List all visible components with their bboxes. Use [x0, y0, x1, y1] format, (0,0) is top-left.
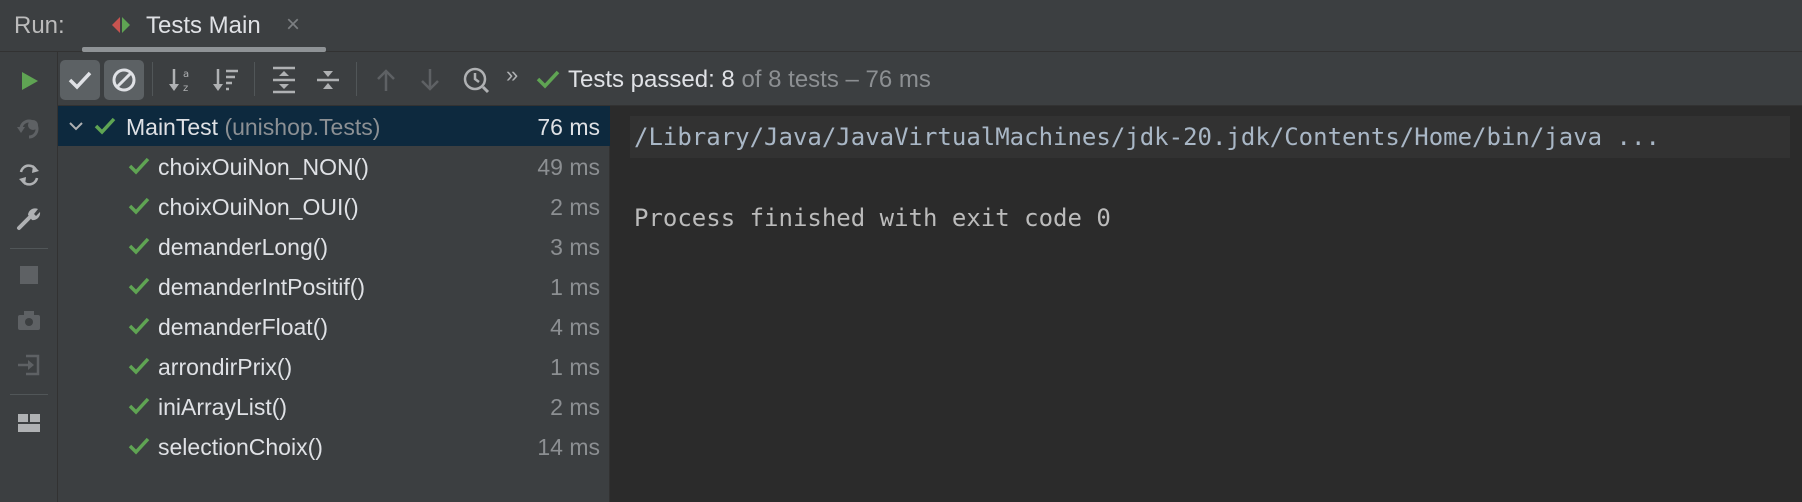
passed-check-icon — [128, 157, 150, 175]
tree-root-row[interactable]: MainTest (unishop.Tests) 76 ms — [58, 106, 610, 146]
layout-button[interactable] — [14, 408, 44, 438]
exit-icon — [18, 354, 40, 376]
previous-failed-button[interactable] — [366, 60, 406, 100]
test-row[interactable]: arrondirPrix() 1 ms — [58, 346, 610, 386]
show-ignored-button[interactable] — [104, 60, 144, 100]
test-row[interactable]: demanderIntPositif() 1 ms — [58, 266, 610, 306]
test-row[interactable]: iniArrayList() 2 ms — [58, 386, 610, 426]
rerun-button[interactable] — [14, 66, 44, 96]
rerun-failed-icon — [17, 119, 39, 139]
run-label: Run: — [14, 12, 65, 39]
passed-check-icon — [536, 70, 560, 89]
test-duration: 1 ms — [550, 274, 600, 300]
test-name: demanderLong() — [158, 234, 329, 260]
expand-all-icon — [273, 66, 295, 94]
test-tree: MainTest (unishop.Tests) 76 ms choixOuiN… — [58, 106, 610, 502]
test-duration: 1 ms — [550, 354, 600, 380]
status-detail: of 8 tests – 76 ms — [741, 66, 931, 93]
separator — [152, 62, 153, 96]
run-config-icon — [112, 17, 130, 33]
passed-count: 8 — [721, 66, 735, 93]
next-failed-button[interactable] — [410, 60, 450, 100]
sort-by-duration-button[interactable] — [206, 60, 246, 100]
passed-check-icon — [128, 277, 150, 295]
left-toolbar — [0, 52, 58, 502]
show-passed-button[interactable] — [60, 60, 100, 100]
checkmark-icon — [68, 71, 92, 90]
passed-check-icon — [128, 197, 150, 215]
sort-alpha-icon: a z — [169, 69, 189, 94]
test-name: selectionChoix() — [158, 434, 323, 460]
arrow-up-icon — [377, 69, 395, 91]
passed-check-icon — [128, 437, 150, 455]
toggle-auto-test-button[interactable] — [14, 160, 44, 190]
test-name: demanderIntPositif() — [158, 274, 366, 300]
separator — [10, 394, 48, 395]
collapse-all-icon — [317, 71, 339, 89]
close-icon[interactable]: × — [286, 11, 300, 39]
test-history-button[interactable] — [456, 60, 496, 100]
dump-threads-button[interactable] — [14, 306, 44, 336]
test-runner-toolbar: a z » Tests passed: 8 of 8 tests – 76 ms — [58, 52, 1802, 106]
rerun-failed-button[interactable] — [14, 114, 44, 144]
chevron-down-icon[interactable] — [68, 118, 84, 134]
passed-check-icon — [128, 317, 150, 335]
passed-check-icon — [128, 237, 150, 255]
stop-button[interactable] — [14, 260, 44, 290]
separator — [10, 248, 48, 249]
test-duration: 4 ms — [550, 314, 600, 340]
expand-all-button[interactable] — [264, 60, 304, 100]
stop-icon — [20, 266, 38, 284]
camera-icon — [18, 311, 40, 330]
test-name: choixOuiNon_OUI() — [158, 194, 359, 220]
test-name: iniArrayList() — [158, 394, 288, 420]
test-duration: 14 ms — [537, 434, 600, 460]
test-row[interactable]: choixOuiNon_OUI() 2 ms — [58, 186, 610, 226]
collapse-all-button[interactable] — [308, 60, 348, 100]
status-prefix: Tests passed: — [568, 66, 715, 93]
test-duration: 3 ms — [550, 234, 600, 260]
run-tool-window-header: Run: Tests Main × — [0, 0, 1802, 52]
test-status: Tests passed: 8 of 8 tests – 76 ms — [568, 66, 931, 94]
svg-text:z: z — [183, 83, 188, 94]
test-duration: 2 ms — [550, 394, 600, 420]
test-name: arrondirPrix() — [158, 354, 293, 380]
test-duration: 49 ms — [537, 154, 600, 180]
test-duration: 76 ms — [537, 114, 600, 140]
svg-text:a: a — [183, 69, 189, 80]
history-icon — [463, 67, 490, 94]
arrow-down-icon — [421, 69, 439, 91]
sort-alphabetically-button[interactable]: a z — [162, 60, 202, 100]
tab-tests-main[interactable]: Tests Main × — [82, 0, 326, 52]
auto-rerun-icon — [19, 164, 39, 186]
separator — [356, 62, 357, 96]
test-class-name: MainTest (unishop.Tests) — [126, 114, 380, 141]
ignored-icon — [112, 68, 136, 92]
passed-check-icon — [128, 397, 150, 415]
separator — [254, 62, 255, 96]
test-name: choixOuiNon_NON() — [158, 154, 369, 180]
command-line[interactable]: /Library/Java/JavaVirtualMachines/jdk-20… — [630, 116, 1790, 158]
test-row[interactable]: demanderFloat() 4 ms — [58, 306, 610, 346]
process-exit-message: Process finished with exit code 0 — [634, 204, 1111, 232]
test-row[interactable]: demanderLong() 3 ms — [58, 226, 610, 266]
wrench-icon — [17, 208, 41, 230]
settings-button[interactable] — [14, 204, 44, 234]
passed-check-icon — [94, 117, 116, 135]
sort-duration-icon — [213, 69, 238, 91]
test-row[interactable]: choixOuiNon_NON() 49 ms — [58, 146, 610, 186]
test-duration: 2 ms — [550, 194, 600, 220]
test-name: demanderFloat() — [158, 314, 329, 340]
package-name: (unishop.Tests) — [224, 114, 381, 140]
more-actions-chevron[interactable]: » — [506, 62, 518, 88]
exit-button[interactable] — [14, 350, 44, 380]
passed-check-icon — [128, 357, 150, 375]
tab-title: Tests Main — [146, 12, 261, 39]
console-output[interactable]: /Library/Java/JavaVirtualMachines/jdk-20… — [610, 106, 1802, 502]
play-icon — [22, 72, 38, 90]
class-name: MainTest — [126, 114, 219, 140]
layout-icon — [18, 414, 40, 432]
test-row[interactable]: selectionChoix() 14 ms — [58, 426, 610, 466]
